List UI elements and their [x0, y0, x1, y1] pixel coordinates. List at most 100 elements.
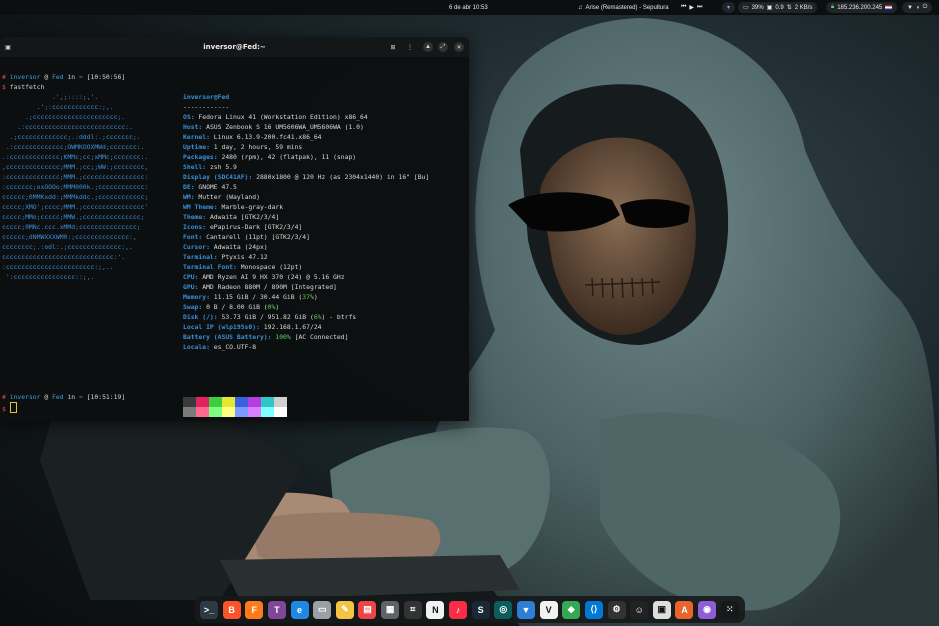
- info-row: DE: GNOME 47.5: [183, 182, 429, 192]
- menu-icon[interactable]: ⋮: [405, 42, 415, 52]
- calculator-icon[interactable]: ▦: [381, 600, 400, 619]
- battery-icon: ▭: [743, 5, 749, 11]
- info-key: OS:: [183, 113, 195, 121]
- screenshot-icon[interactable]: ⌗: [403, 600, 422, 619]
- previous-track-icon[interactable]: ⏮: [681, 4, 686, 11]
- browser-icon[interactable]: e: [290, 600, 309, 619]
- logo-line: .';:cccccccccccc:;,.: [2, 103, 114, 111]
- tor-icon[interactable]: T: [267, 600, 286, 619]
- logo-line: .:ccccccccccccc;KMMc;cc;xMMc;ccccccc:.: [2, 153, 149, 161]
- terminal-header[interactable]: ▣ inversor@Fed:~ ⊞ ⋮ ▲ ⤢ ✕: [0, 37, 469, 57]
- vpn-status-icon: ▾: [722, 2, 736, 13]
- steam-icon[interactable]: S: [471, 600, 490, 619]
- info-row: Icons: ePapirus-Dark [GTK2/3/4]: [183, 222, 429, 232]
- firefox-icon[interactable]: F: [245, 600, 264, 619]
- network-tool-icon[interactable]: ◎: [494, 600, 513, 619]
- palette-swatch: [248, 397, 261, 407]
- info-row: Local IP (wlp195s0): 192.168.1.67/24: [183, 322, 429, 332]
- dock: >_ B F Te ▭ ✎ ▤ ▦ ⌗ N ♪ S ◎ ▼ V ◆ ⟨⟩ ⚙ ☺ ▣ A ◉ ⁙: [194, 596, 745, 623]
- info-key: Terminal:: [183, 253, 218, 261]
- files-icon[interactable]: ▭: [313, 600, 332, 619]
- vscode-icon[interactable]: ⟨⟩: [584, 600, 603, 619]
- palette-swatch: [209, 397, 222, 407]
- music-icon[interactable]: ♪: [449, 600, 468, 619]
- photo-app-icon[interactable]: ◉: [698, 600, 717, 619]
- notion-icon[interactable]: N: [426, 600, 445, 619]
- info-key: Font:: [183, 233, 203, 241]
- palette-swatch: [183, 407, 196, 417]
- vpn-ip-indicator[interactable]: 🔒︎ 185.236.200.245: [826, 0, 898, 15]
- input-line[interactable]: $: [2, 402, 17, 414]
- info-value: Adwaita (24px): [209, 243, 268, 251]
- store-icon[interactable]: ▣: [652, 600, 671, 619]
- extension-indicator[interactable]: ▾: [722, 0, 736, 15]
- logo-line: cccccc;0MMKxdd:;MMMkddc.;cccccccccccc;: [2, 193, 149, 201]
- next-track-icon[interactable]: ⏭: [697, 4, 702, 11]
- cat-app-icon[interactable]: ☺: [630, 600, 649, 619]
- terminal-output[interactable]: # inversor @ Fed in ~ [10:50:56] $ fastf…: [2, 72, 467, 417]
- info-row: Memory: 11.15 GiB / 30.44 GiB (37%): [183, 292, 429, 302]
- brave-icon[interactable]: B: [222, 600, 241, 619]
- info-header: inversor@Fed: [183, 93, 230, 101]
- tab-overview-icon[interactable]: ⊞: [388, 42, 398, 52]
- palette-swatch: [248, 407, 261, 417]
- play-icon[interactable]: ▶: [689, 4, 694, 11]
- info-value: Ptyxis 47.12: [217, 253, 268, 261]
- vpn-ip-value: 185.236.200.245: [837, 4, 883, 11]
- text-cursor: [9, 402, 17, 413]
- system-info: inversor@Fed ------------ OS: Fedora Lin…: [183, 92, 429, 352]
- info-key: Display (SDC41AF):: [183, 173, 253, 181]
- wifi-icon: ▼: [907, 4, 913, 11]
- new-tab-icon[interactable]: ▣: [3, 42, 13, 52]
- pycharm-icon[interactable]: ⚙: [607, 600, 626, 619]
- battery-value: 39%: [751, 4, 764, 11]
- text-editor-icon[interactable]: ✎: [335, 600, 354, 619]
- media-indicator[interactable]: ♫ Arise (Remastered) - Sepultura: [578, 0, 669, 15]
- top-bar: 6 de abr 10:53 ♫ Arise (Remastered) - Se…: [0, 0, 939, 15]
- logo-line: .;cccccccccccccccccccccc;.: [2, 113, 126, 121]
- vim-icon[interactable]: V: [539, 600, 558, 619]
- palette-swatch: [222, 407, 235, 417]
- app-grid-icon[interactable]: ⁙: [720, 600, 739, 619]
- music-note-icon: ♫: [578, 4, 583, 11]
- info-key: Uptime:: [183, 143, 210, 151]
- prompt-time: [10:50:56]: [86, 73, 126, 81]
- office-icon[interactable]: A: [675, 600, 694, 619]
- prompt-in: in ~: [63, 73, 87, 81]
- maps-icon[interactable]: ◆: [562, 600, 581, 619]
- color-palette: [183, 397, 287, 417]
- info-percent: 37%: [302, 293, 314, 301]
- info-key: WM Theme:: [183, 203, 218, 211]
- info-key: Host:: [183, 123, 203, 131]
- country-flag-icon: [885, 5, 893, 10]
- info-row: Kernel: Linux 6.13.9-200.fc41.x86_64: [183, 132, 429, 142]
- clock[interactable]: 6 de abr 10:53: [449, 0, 488, 15]
- info-value: Marble-gray-dark: [217, 203, 284, 211]
- info-percent: 6%: [313, 313, 322, 321]
- info-value: 0 B / 8.00 GiB (: [202, 303, 268, 311]
- quick-settings[interactable]: ▼ ◖ ⏻: [902, 0, 933, 15]
- prompt-user: inversor: [9, 393, 41, 401]
- info-key: CPU:: [183, 273, 199, 281]
- cpu-icon: ▣: [766, 5, 773, 11]
- info-key: Local IP (wlp195s0):: [183, 323, 260, 331]
- prompt-in: in ~: [63, 393, 87, 401]
- info-tail: [AC Connected]: [290, 333, 349, 341]
- document-viewer-icon[interactable]: ▤: [358, 600, 377, 619]
- info-separator: ------------: [183, 103, 230, 111]
- terminal-window[interactable]: ▣ inversor@Fed:~ ⊞ ⋮ ▲ ⤢ ✕ # inversor @ …: [0, 37, 469, 421]
- palette-swatch: [261, 397, 274, 407]
- close-icon[interactable]: ✕: [454, 42, 464, 52]
- system-monitor-pill: ▭ 39% ▣ 0.9 ⇅ 2 KB/s: [738, 2, 818, 13]
- vpn-icon[interactable]: ▼: [516, 600, 535, 619]
- prompt-hash-icon: #: [2, 73, 6, 81]
- terminal-icon[interactable]: >_: [200, 600, 218, 619]
- maximize-icon[interactable]: ⤢: [438, 42, 448, 52]
- info-tail: ): [275, 303, 280, 311]
- media-title: Arise (Remastered) - Sepultura: [585, 4, 669, 11]
- logo-line: ccccc;MMo;ccccc;MMW.;ccccccccccccccc;: [2, 213, 145, 221]
- minimize-icon[interactable]: ▲: [423, 42, 433, 52]
- system-monitor[interactable]: ▭ 39% ▣ 0.9 ⇅ 2 KB/s: [738, 0, 818, 15]
- network-speed-value: 2 KB/s: [794, 4, 813, 11]
- info-value: Adwaita [GTK2/3/4]: [206, 213, 280, 221]
